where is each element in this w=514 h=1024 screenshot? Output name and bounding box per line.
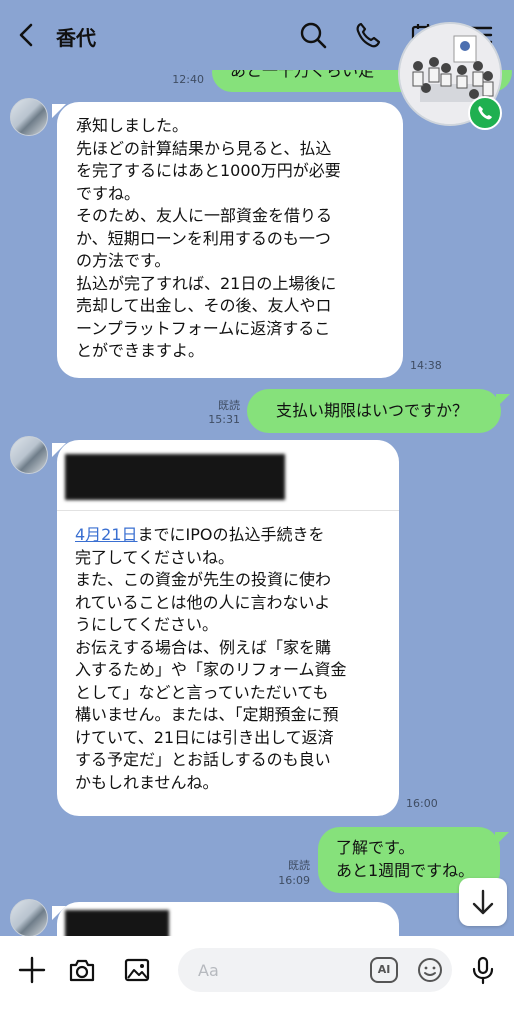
message-line: 売却して出金し、その後、友人やロ xyxy=(76,296,332,315)
scroll-to-bottom-button[interactable] xyxy=(459,878,507,926)
message-line: 構いません。または、「定期預金に預 xyxy=(75,705,339,724)
message-line: ですね。 xyxy=(76,183,141,203)
message-line: お伝えする場合は、例えば「家を購 xyxy=(75,637,332,657)
contact-avatar[interactable] xyxy=(10,899,48,936)
bubble-tail xyxy=(496,394,510,408)
call-phone-badge[interactable] xyxy=(468,96,502,130)
message-time: 15:31 xyxy=(208,413,240,426)
date-link[interactable]: 4月21日 xyxy=(75,525,138,544)
contact-avatar[interactable] xyxy=(10,98,48,136)
message-line: を完了するにはあと1000万円が必要 xyxy=(76,161,341,180)
message-line: そのため、友人に一部資金を借りる xyxy=(76,206,333,225)
phone-icon xyxy=(478,106,492,120)
chat-area[interactable]: 既読 12:40 あと一千万くらい足 承知しました。 先ほどの計算結果から見ると… xyxy=(0,0,514,936)
message-line: また、この資金が先生の投資に使わ xyxy=(75,570,332,589)
message-line: かもしれませんね。 xyxy=(75,772,219,792)
message-line: 完了してくださいね。 xyxy=(75,547,235,567)
ai-button[interactable]: AI xyxy=(370,957,398,983)
read-status: 既読 xyxy=(218,399,240,412)
message-line: とができますよ。 xyxy=(76,341,205,360)
plus-icon[interactable] xyxy=(17,955,47,985)
mic-icon[interactable] xyxy=(468,955,498,985)
read-status: 既読 xyxy=(288,859,310,872)
message-text: までにIPOの払込手続きを xyxy=(137,525,325,544)
message-line: 入するため」や「家のリフォーム資金 xyxy=(75,660,347,679)
message-time: 16:00 xyxy=(406,797,438,810)
message-line: 承知しました。 xyxy=(76,116,189,135)
chat-title: 香代 xyxy=(56,26,96,50)
phone-icon[interactable] xyxy=(353,20,383,50)
redacted-area xyxy=(65,910,169,936)
message-line: 払込が完了すれば、21日の上場後に xyxy=(76,273,337,293)
message-line: する予定だ」とお話しするのも良い xyxy=(75,750,331,769)
emoji-icon[interactable] xyxy=(416,956,444,984)
incoming-message[interactable] xyxy=(57,902,399,936)
arrow-down-icon xyxy=(472,889,494,915)
message-input[interactable] xyxy=(178,948,452,992)
message-line: として」などと言っていただいても xyxy=(75,682,329,702)
message-text: 支払い期限はいつですか？ xyxy=(276,401,469,420)
message-line: れていることは他の人に言わないよ xyxy=(75,592,331,612)
incoming-message[interactable]: 承知しました。 先ほどの計算結果から見ると、払込 を完了するにはあと1000万円… xyxy=(57,102,403,378)
contact-avatar[interactable] xyxy=(10,436,48,474)
redacted-area xyxy=(65,454,285,500)
message-time: 16:09 xyxy=(278,874,310,887)
message-line: うにしてください。 xyxy=(75,615,219,634)
search-icon[interactable] xyxy=(298,20,328,50)
message-line: 4月21日までにIPOの払込手続きを xyxy=(75,524,395,547)
outgoing-message[interactable]: 支払い期限はいつですか？ xyxy=(247,389,501,433)
message-line: ーンプラットフォームに返済するこ xyxy=(76,318,331,338)
message-line: けていて、21日には引き出して返済 xyxy=(75,727,334,747)
message-time: 12:40 xyxy=(172,73,204,86)
message-line: 了解です。 xyxy=(336,838,415,857)
divider xyxy=(57,510,399,511)
camera-icon[interactable] xyxy=(67,955,97,985)
message-time: 14:38 xyxy=(410,359,442,372)
back-chevron-icon[interactable] xyxy=(12,20,42,50)
incoming-message[interactable]: 4月21日までにIPOの払込手続きを 完了してくださいね。 また、この資金が先生… xyxy=(57,440,399,816)
message-line: 先ほどの計算結果から見ると、払込 xyxy=(76,138,332,158)
image-icon[interactable] xyxy=(122,955,152,985)
message-line: か、短期ローンを利用するのも一つ xyxy=(76,228,331,248)
message-line: の方法です。 xyxy=(76,251,171,270)
ai-icon: AI xyxy=(377,963,391,976)
